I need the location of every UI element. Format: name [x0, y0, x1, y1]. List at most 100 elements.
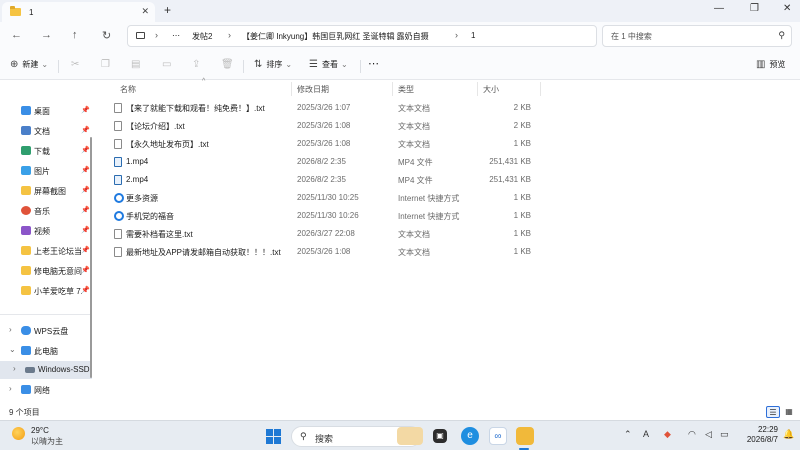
speaker-icon[interactable]: ◁ — [705, 429, 712, 440]
chevron-down-icon: ⌄ — [285, 60, 293, 69]
sidebar-item-desktop[interactable]: 桌面 📌 — [0, 102, 92, 120]
column-header-type[interactable]: 类型 — [398, 84, 414, 95]
up-button[interactable]: ↑ — [72, 29, 78, 41]
address-bar[interactable]: › ⋯ 发帖2 › 【姜仁卿 Inkyung】韩国巨乳网红 圣诞特辑 露奶自摄 … — [127, 25, 597, 47]
more-options-button[interactable]: ⋯ — [368, 57, 379, 70]
new-button[interactable]: ⊕ 新建 ⌄ — [10, 59, 48, 70]
weather-description[interactable]: 以晴为主 — [31, 436, 63, 447]
rename-button[interactable]: ▭ — [162, 59, 175, 70]
share-button[interactable]: ⇪ — [192, 59, 204, 70]
breadcrumb-more[interactable]: ⋯ — [172, 31, 180, 40]
sidebar-item-documents[interactable]: 文档 📌 — [0, 122, 92, 140]
breadcrumb-item[interactable]: 【姜仁卿 Inkyung】韩国巨乳网红 圣诞特辑 露奶自摄 — [242, 31, 429, 42]
forward-button[interactable]: → — [41, 29, 52, 41]
sidebar-item-label: 音乐 — [34, 207, 50, 216]
chevron-up-icon[interactable]: ⌃ — [624, 429, 632, 440]
cut-button[interactable]: ✂ — [71, 59, 83, 70]
tray-app-icon[interactable]: ◆ — [664, 429, 671, 440]
file-type: Internet 快捷方式 — [398, 194, 460, 203]
file-size: 1 KB — [513, 193, 531, 202]
sidebar-item-network[interactable]: › 网络 — [0, 381, 92, 399]
edge-browser-icon[interactable]: e — [461, 427, 479, 445]
file-type: MP4 文件 — [398, 176, 433, 185]
status-bar: 9 个项目 ☰ ▦ — [0, 404, 800, 420]
chevron-right-icon[interactable]: › — [9, 384, 12, 393]
preview-pane-button[interactable]: ▥ 预览 — [756, 59, 785, 70]
task-view-icon[interactable]: ▣ — [433, 429, 447, 443]
sidebar-item-folder[interactable]: 修电脑无意间 📌 — [0, 262, 92, 280]
chevron-right-icon: › — [228, 30, 231, 40]
close-tab-icon[interactable]: ✕ — [141, 6, 149, 17]
weather-sun-icon[interactable] — [12, 427, 25, 440]
file-row[interactable]: 【来了就能下载和观看！纯免费！】.txt 2025/3/26 1:07 文本文档… — [106, 99, 544, 117]
new-button-label: 新建 — [22, 60, 39, 69]
file-row[interactable]: 【永久地址发布页】.txt 2025/3/26 1:08 文本文档 1 KB — [106, 135, 544, 153]
tab-current[interactable]: 1 ✕ — [2, 2, 155, 22]
chevron-right-icon[interactable]: › — [9, 325, 12, 334]
file-explorer-icon[interactable] — [516, 427, 534, 445]
view-button[interactable]: ☰ 查看 ⌄ — [309, 59, 348, 70]
column-header-name[interactable]: 名称 — [120, 84, 136, 95]
file-row[interactable]: 手机党的福音 2025/11/30 10:26 Internet 快捷方式 1 … — [106, 207, 544, 225]
sidebar-item-videos[interactable]: 视频 📌 — [0, 222, 92, 240]
search-icon: ⚲ — [778, 30, 785, 40]
file-row[interactable]: 最新地址及APP请发邮箱自动获取！！！.txt 2025/3/26 1:08 文… — [106, 243, 544, 261]
file-row[interactable]: 1.mp4 2026/8/2 2:35 MP4 文件 251,431 KB — [106, 153, 544, 171]
file-row[interactable]: 需要补档看这里.txt 2026/3/27 22:08 文本文档 1 KB — [106, 225, 544, 243]
close-window-button[interactable]: ✕ — [783, 3, 791, 14]
refresh-button[interactable]: ↻ — [102, 29, 111, 42]
sidebar-item-downloads[interactable]: 下载 📌 — [0, 142, 92, 160]
notification-bell-icon[interactable]: 🔔 — [783, 429, 794, 440]
widgets-app-icon[interactable] — [397, 427, 423, 445]
search-input[interactable]: 在 1 中搜索 ⚲ — [602, 25, 792, 47]
sidebar-item-pictures[interactable]: 图片 📌 — [0, 162, 92, 180]
documents-icon — [21, 126, 31, 135]
start-button[interactable] — [266, 429, 281, 444]
column-divider[interactable] — [540, 82, 541, 96]
back-button[interactable]: ← — [11, 29, 22, 41]
clock-date[interactable]: 2026/8/7 — [734, 435, 778, 444]
pin-icon: 📌 — [81, 267, 90, 274]
sort-button[interactable]: ⇅ 排序 ⌄ — [254, 59, 292, 70]
breadcrumb-item[interactable]: 1 — [471, 31, 475, 40]
column-header-date[interactable]: 修改日期 — [297, 84, 329, 95]
file-row[interactable]: 【论坛介绍】.txt 2025/3/26 1:08 文本文档 2 KB — [106, 117, 544, 135]
view-button-label: 查看 — [321, 60, 338, 69]
sidebar-item-screenshots[interactable]: 屏幕截图 📌 — [0, 182, 92, 200]
minimize-button[interactable]: — — [714, 3, 724, 14]
paste-button[interactable]: ▤ — [131, 59, 144, 70]
pin-icon: 📌 — [81, 107, 90, 114]
sidebar-item-folder[interactable]: 上老王论坛当 📌 — [0, 242, 92, 260]
column-divider[interactable] — [291, 82, 292, 96]
breadcrumb-item[interactable]: 发帖2 — [192, 31, 212, 42]
file-date: 2025/3/26 1:07 — [297, 103, 351, 112]
app-icon[interactable]: ∞ — [489, 427, 507, 445]
tray-app-icon[interactable]: A — [643, 429, 649, 439]
file-row[interactable]: 更多资源 2025/11/30 10:25 Internet 快捷方式 1 KB — [106, 189, 544, 207]
file-type: 文本文档 — [398, 104, 430, 113]
tiles-view-button[interactable]: ▦ — [782, 406, 796, 418]
column-divider[interactable] — [392, 82, 393, 96]
battery-icon[interactable]: ▭ — [720, 429, 729, 440]
file-name: 1.mp4 — [126, 157, 149, 166]
maximize-button[interactable]: ❐ — [750, 3, 759, 14]
wifi-icon[interactable]: ◠ — [688, 429, 696, 440]
weather-temperature[interactable]: 29°C — [31, 426, 49, 435]
sidebar-item-folder[interactable]: 小羊爱吃草 7. 📌 — [0, 282, 92, 300]
column-header-size[interactable]: 大小 — [483, 84, 499, 95]
delete-button[interactable]: 🗑 — [221, 59, 238, 70]
chevron-right-icon: › — [155, 30, 158, 40]
clock-time[interactable]: 22:29 — [744, 425, 778, 434]
file-row[interactable]: 2.mp4 2026/8/2 2:35 MP4 文件 251,431 KB — [106, 171, 544, 189]
sidebar-item-wps-cloud[interactable]: › WPS云盘 — [0, 322, 92, 340]
sidebar-item-windows-ssd[interactable]: › Windows-SSD — [0, 361, 92, 379]
new-tab-button[interactable]: + — [164, 3, 171, 17]
copy-button[interactable]: ❐ — [101, 59, 114, 70]
share-icon: ⇪ — [192, 59, 201, 70]
chevron-right-icon[interactable]: › — [13, 364, 16, 373]
details-view-button[interactable]: ☰ — [766, 406, 780, 418]
sidebar-item-this-pc[interactable]: ⌄ 此电脑 — [0, 342, 92, 360]
sidebar-item-music[interactable]: 音乐 📌 — [0, 202, 92, 220]
column-divider[interactable] — [477, 82, 478, 96]
chevron-down-icon[interactable]: ⌄ — [9, 345, 16, 354]
